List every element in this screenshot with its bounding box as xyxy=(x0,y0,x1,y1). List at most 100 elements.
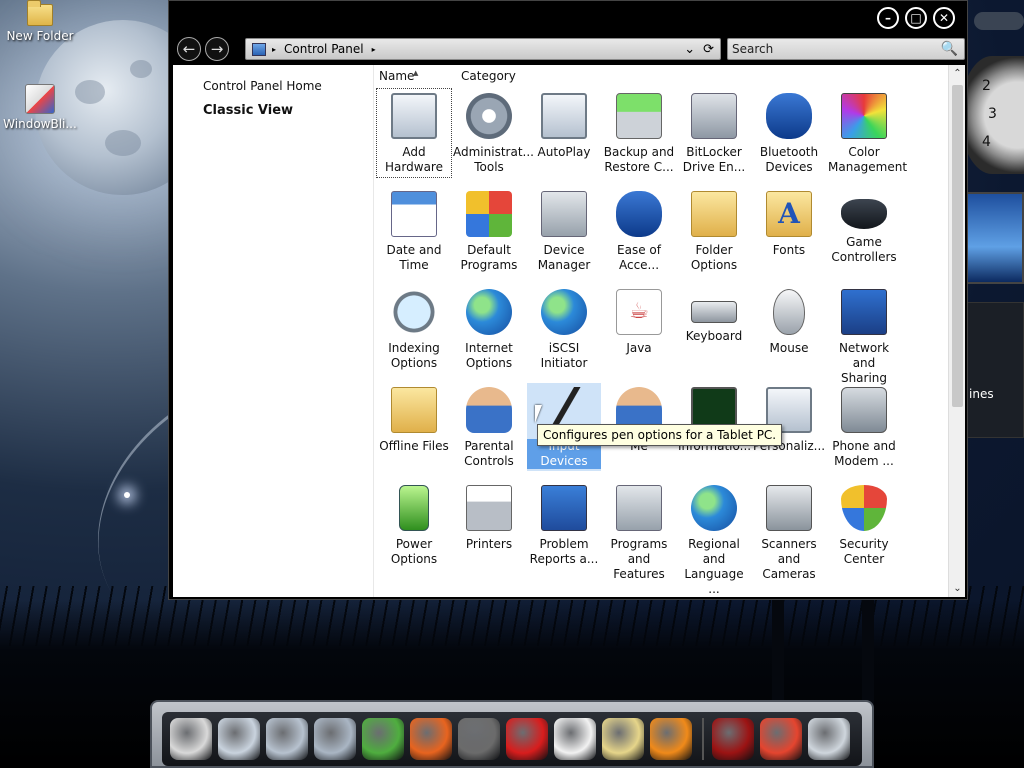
control-panel-item-label-line: Mouse xyxy=(769,341,809,355)
opera-icon[interactable] xyxy=(506,718,548,760)
pictures-folder-icon[interactable] xyxy=(266,718,308,760)
classic-view-link[interactable]: Classic View xyxy=(203,103,293,118)
network-icon xyxy=(841,289,887,335)
slideshow-gadget[interactable] xyxy=(966,192,1024,284)
control-panel-item[interactable]: Date and Time xyxy=(377,187,451,275)
vertical-scrollbar[interactable]: ⌃ ⌄ xyxy=(948,65,965,597)
notepad-icon[interactable] xyxy=(602,718,644,760)
control-panel-item[interactable]: Administrat... Tools xyxy=(452,89,534,177)
control-panel-item[interactable]: Scanners and Cameras xyxy=(752,481,826,581)
control-panel-item-label-line: Programs xyxy=(460,258,518,272)
control-panel-item[interactable]: Printers xyxy=(452,481,526,569)
control-panel-item-label-line: Color xyxy=(848,145,880,159)
control-panel-item-label-line: Game xyxy=(846,235,882,249)
control-panel-item-label-line: Management xyxy=(828,160,908,174)
vlc-icon[interactable] xyxy=(650,718,692,760)
control-panel-item[interactable]: AutoPlay xyxy=(527,89,601,177)
control-panel-home-link[interactable]: Control Panel Home xyxy=(203,79,322,93)
control-panel-item-label-line: Bluetooth xyxy=(759,145,819,159)
documents-folder-icon[interactable] xyxy=(218,718,260,760)
desktop-icon-windowblinds[interactable]: WindowBli... xyxy=(0,84,80,131)
breadcrumb-arrow-icon[interactable]: ▸ xyxy=(372,45,376,54)
scanners-cameras-icon xyxy=(766,485,812,531)
control-panel-item-label-line: Folder xyxy=(695,243,733,257)
control-panel-item-label-line: AutoPlay xyxy=(537,145,591,159)
control-panel-item[interactable]: Bluetooth Devices xyxy=(752,89,826,177)
control-panel-item-label-line: Power xyxy=(395,537,433,551)
control-panel-item[interactable]: Offline Files xyxy=(377,383,451,471)
control-panel-item-label-line: Hardware xyxy=(385,160,443,174)
mouse-cursor-icon xyxy=(535,405,549,423)
control-panel-item[interactable]: Network andSharing Ce... xyxy=(827,285,901,400)
color-management-icon xyxy=(841,93,887,139)
autoplay-icon xyxy=(541,93,587,139)
control-panel-item[interactable]: Indexing Options xyxy=(377,285,451,373)
control-panel-item-label-line: Problem xyxy=(539,537,589,551)
search-input[interactable]: Search 🔍 xyxy=(727,38,965,60)
control-panel-item[interactable]: Add Hardware xyxy=(376,88,452,178)
sidebar-gadget-bar[interactable] xyxy=(974,12,1024,30)
p-app-icon[interactable] xyxy=(760,718,802,760)
breadcrumb-arrow-icon[interactable]: ▸ xyxy=(272,45,276,54)
control-panel-item[interactable]: Mouse xyxy=(752,285,826,373)
control-panel-item[interactable]: ☕ Java xyxy=(602,285,676,373)
control-panel-item[interactable]: Programs and Features xyxy=(602,481,676,581)
control-panel-item-label: Administrat... Tools xyxy=(452,145,534,175)
refresh-icon[interactable]: ⟳ xyxy=(703,42,714,57)
control-panel-item-label: Date and Time xyxy=(377,243,451,273)
close-button[interactable]: ✕ xyxy=(933,7,955,29)
folder-icon xyxy=(27,0,53,26)
control-panel-item[interactable]: Backup and Restore C... xyxy=(602,89,676,177)
search-icon[interactable]: 🔍 xyxy=(941,41,958,57)
breadcrumb-control-panel[interactable]: Control Panel xyxy=(284,42,364,56)
desktop-icon-new-folder[interactable]: New Folder xyxy=(0,0,80,43)
control-panel-item[interactable]: Power Options xyxy=(377,481,451,569)
control-panel-item[interactable]: Internet Options xyxy=(452,285,526,373)
column-header-category[interactable]: Category xyxy=(461,69,516,83)
control-panel-item-label: Fonts xyxy=(752,243,826,258)
control-panel-item-label: Internet Options xyxy=(452,341,526,371)
presentation-icon[interactable] xyxy=(170,718,212,760)
control-panel-item[interactable]: Regional and Language ... xyxy=(677,481,751,596)
yandex-icon[interactable] xyxy=(554,718,596,760)
control-panel-item-label: iSCSI Initiator xyxy=(527,341,601,371)
control-panel-item[interactable]: Problem Reports a... xyxy=(527,481,601,569)
control-panel-item[interactable]: Default Programs xyxy=(452,187,526,275)
recycle-bin-icon[interactable] xyxy=(808,718,850,760)
control-panel-item[interactable]: A Fonts xyxy=(752,187,826,275)
scroll-thumb[interactable] xyxy=(952,85,963,407)
control-panel-item[interactable]: Folder Options xyxy=(677,187,751,275)
flash-icon[interactable] xyxy=(712,718,754,760)
control-panel-item[interactable]: Phone and Modem ... xyxy=(827,383,901,471)
column-header-name[interactable]: Name xyxy=(379,69,414,83)
control-panel-item[interactable]: Color Management xyxy=(827,89,908,177)
chevron-down-icon[interactable]: ⌄ xyxy=(684,42,695,57)
minimize-button[interactable]: – xyxy=(877,7,899,29)
control-panel-item[interactable]: Parental Controls xyxy=(452,383,526,471)
maximize-button[interactable]: □ xyxy=(905,7,927,29)
folder-icon[interactable] xyxy=(314,718,356,760)
feed-headlines-gadget[interactable]: ines xyxy=(960,302,1024,438)
address-bar[interactable]: ▸ Control Panel ▸ ⌄ ⟳ xyxy=(245,38,721,60)
messenger-icon[interactable] xyxy=(362,718,404,760)
back-button[interactable]: ← xyxy=(177,37,201,61)
control-panel-item[interactable]: Game Controllers xyxy=(827,187,901,275)
control-panel-item[interactable]: iSCSI Initiator xyxy=(527,285,601,373)
clock-gadget[interactable]: 2 3 4 xyxy=(960,56,1024,174)
control-panel-item[interactable]: Security Center xyxy=(827,481,901,569)
scroll-down-button[interactable]: ⌄ xyxy=(949,580,965,597)
control-panel-item-label-line: Scanners and xyxy=(761,537,817,566)
control-panel-item[interactable]: BitLocker Drive En... xyxy=(677,89,751,177)
raccoon-icon[interactable] xyxy=(458,718,500,760)
firefox-icon[interactable] xyxy=(410,718,452,760)
scroll-up-button[interactable]: ⌃ xyxy=(949,65,965,82)
control-panel-item-label: Java xyxy=(602,341,676,356)
control-panel-item[interactable]: Keyboard xyxy=(677,285,751,373)
control-panel-item[interactable]: Device Manager xyxy=(527,187,601,275)
security-center-icon xyxy=(841,485,887,531)
control-panel-item[interactable]: Ease of Acce... xyxy=(602,187,676,275)
forward-button[interactable]: → xyxy=(205,37,229,61)
control-panel-item-label-line: Language ... xyxy=(684,567,744,596)
control-panel-item-label: Programs and Features xyxy=(602,537,676,582)
control-panel-item-label: Regional and Language ... xyxy=(677,537,751,597)
